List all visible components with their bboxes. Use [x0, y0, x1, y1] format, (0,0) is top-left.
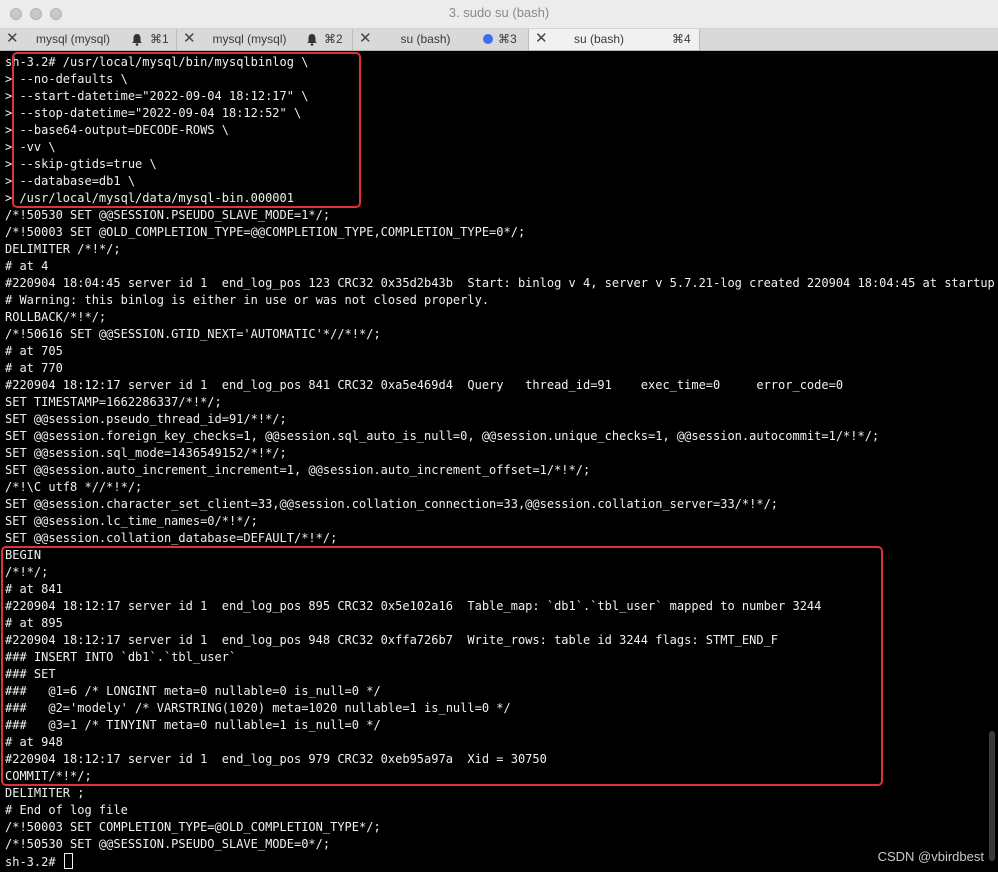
terminal-line: > --base64-output=DECODE-ROWS \ — [5, 123, 229, 137]
terminal-line: SET @@session.sql_mode=1436549152/*!*/; — [5, 446, 287, 460]
tab-2[interactable]: ✕ mysql (mysql) ⌘2 — [177, 29, 353, 50]
terminal-line: > /usr/local/mysql/data/mysql-bin.000001 — [5, 191, 294, 205]
terminal-line: #220904 18:12:17 server id 1 end_log_pos… — [5, 633, 779, 647]
watermark: CSDN @vbirdbest — [877, 849, 984, 864]
activity-dot-icon — [483, 34, 493, 44]
terminal-line: SET @@session.pseudo_thread_id=91/*!*/; — [5, 412, 287, 426]
tab-1[interactable]: ✕ mysql (mysql) ⌘1 — [0, 29, 177, 50]
bell-icon — [132, 34, 142, 46]
terminal-line: SET @@session.character_set_client=33,@@… — [5, 497, 779, 511]
shell-prompt: sh-3.2# — [5, 855, 63, 869]
terminal-line: /*!\C utf8 *//*!*/; — [5, 480, 143, 494]
terminal-line: # End of log file — [5, 803, 128, 817]
terminal-window: 3. sudo su (bash) ✕ mysql (mysql) ⌘1 ✕ m… — [0, 0, 998, 872]
terminal-line: #220904 18:12:17 server id 1 end_log_pos… — [5, 378, 844, 392]
terminal-line: /*!50003 SET COMPLETION_TYPE=@OLD_COMPLE… — [5, 820, 381, 834]
terminal-line: SET @@session.auto_increment_increment=1… — [5, 463, 591, 477]
terminal-line: SET TIMESTAMP=1662286337/*!*/; — [5, 395, 222, 409]
terminal-line: SET @@session.lc_time_names=0/*!*/; — [5, 514, 258, 528]
terminal-line: /*!50003 SET @OLD_COMPLETION_TYPE=@@COMP… — [5, 225, 526, 239]
terminal-line: COMMIT/*!*/; — [5, 769, 92, 783]
terminal-line: > --database=db1 \ — [5, 174, 136, 188]
terminal-line: # at 770 — [5, 361, 63, 375]
tab-bar: ✕ mysql (mysql) ⌘1 ✕ mysql (mysql) ⌘2 ✕ … — [0, 29, 998, 51]
tab-label: su (bash) — [573, 32, 625, 46]
terminal-line: # at 4 — [5, 259, 49, 273]
terminal-line: > --start-datetime="2022-09-04 18:12:17"… — [5, 89, 309, 103]
terminal-line: sh-3.2# /usr/local/mysql/bin/mysqlbinlog… — [5, 55, 309, 69]
terminal-line: #220904 18:12:17 server id 1 end_log_pos… — [5, 599, 822, 613]
tab-shortcut: ⌘4 — [672, 32, 691, 46]
terminal-line: # at 705 — [5, 344, 63, 358]
title-bar: 3. sudo su (bash) — [0, 0, 998, 29]
terminal-line: /*!50530 SET @@SESSION.PSEUDO_SLAVE_MODE… — [5, 208, 331, 222]
window-title: 3. sudo su (bash) — [448, 5, 550, 20]
terminal-line: ### SET — [5, 667, 56, 681]
terminal-line: ROLLBACK/*!*/; — [5, 310, 107, 324]
terminal-line: > --skip-gtids=true \ — [5, 157, 157, 171]
terminal-line: > --no-defaults \ — [5, 72, 128, 86]
terminal-line: # at 895 — [5, 616, 63, 630]
terminal-line: # at 841 — [5, 582, 63, 596]
terminal-line: #220904 18:12:17 server id 1 end_log_pos… — [5, 752, 547, 766]
text-cursor — [63, 853, 73, 869]
terminal-line: DELIMITER /*!*/; — [5, 242, 121, 256]
tab-3[interactable]: ✕ su (bash) ⌘3 — [353, 29, 529, 50]
terminal-line: # at 948 — [5, 735, 63, 749]
terminal-line: SET @@session.collation_database=DEFAULT… — [5, 531, 338, 545]
terminal-lines: sh-3.2# /usr/local/mysql/bin/mysqlbinlog… — [5, 54, 995, 870]
terminal-line: DELIMITER ; — [5, 786, 85, 800]
terminal-output[interactable]: sh-3.2# /usr/local/mysql/bin/mysqlbinlog… — [0, 51, 998, 872]
terminal-line: ### @2='modely' /* VARSTRING(1020) meta=… — [5, 701, 511, 715]
terminal-line: # Warning: this binlog is either in use … — [5, 293, 490, 307]
tab-4-active[interactable]: ✕ su (bash) ⌘4 — [529, 29, 700, 50]
prompt-line[interactable]: sh-3.2# — [5, 853, 985, 870]
terminal-line: #220904 18:04:45 server id 1 end_log_pos… — [5, 276, 995, 290]
terminal-line: ### @1=6 /* LONGINT meta=0 nullable=0 is… — [5, 684, 381, 698]
terminal-line: ### @3=1 /* TINYINT meta=0 nullable=1 is… — [5, 718, 381, 732]
terminal-line: BEGIN — [5, 548, 42, 562]
scrollbar-thumb[interactable] — [989, 731, 995, 861]
terminal-line: /*!50616 SET @@SESSION.GTID_NEXT='AUTOMA… — [5, 327, 381, 341]
terminal-line: SET @@session.foreign_key_checks=1, @@se… — [5, 429, 880, 443]
terminal-line: ### INSERT INTO `db1`.`tbl_user` — [5, 650, 237, 664]
terminal-line: /*!50530 SET @@SESSION.PSEUDO_SLAVE_MODE… — [5, 837, 331, 851]
terminal-line: /*!*/; — [5, 565, 49, 579]
bell-icon — [307, 34, 317, 46]
terminal-line: > -vv \ — [5, 140, 56, 154]
terminal-line: > --stop-datetime="2022-09-04 18:12:52" … — [5, 106, 302, 120]
